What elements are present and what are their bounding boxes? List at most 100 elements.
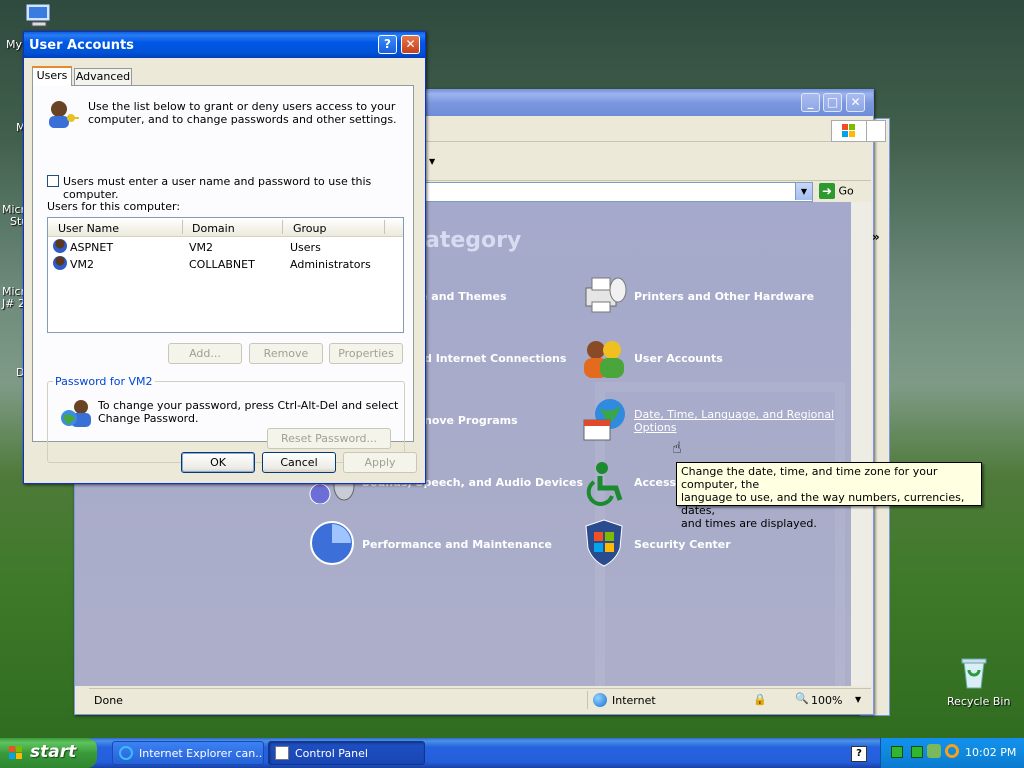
status-text: Done: [94, 694, 123, 707]
remove-user-button[interactable]: Remove: [249, 343, 323, 364]
taskbar-item-internet-explorer[interactable]: Internet Explorer can...: [112, 741, 264, 765]
my-computer-icon[interactable]: [22, 2, 56, 30]
row-user-name: ASPNET: [70, 241, 114, 254]
content-scrollbar[interactable]: [851, 202, 871, 686]
column-header-domain[interactable]: Domain: [192, 222, 235, 235]
user-accounts-dialog: User Accounts ? ✕ Users Advanced Use the…: [23, 31, 426, 484]
cp-date-time-label-1[interactable]: Date, Time, Language, and Regional: [634, 408, 834, 421]
zoom-icon[interactable]: 🔍: [795, 692, 809, 705]
cp-security-center[interactable]: Security Center: [634, 538, 731, 551]
apply-button[interactable]: Apply: [343, 452, 417, 473]
address-dropdown-button[interactable]: ▼: [795, 183, 812, 200]
system-tray: 10:02 PM: [880, 738, 1024, 768]
start-button[interactable]: start: [0, 738, 97, 768]
tab-advanced-label: Advanced: [75, 70, 131, 83]
toolbar-dropdown-arrow-icon[interactable]: ▼: [429, 157, 435, 166]
column-header-group[interactable]: Group: [293, 222, 327, 235]
search-tray-icon[interactable]: [945, 744, 959, 758]
close-button[interactable]: ✕: [401, 35, 420, 54]
row-group: Administrators: [290, 258, 371, 271]
go-label: Go: [838, 184, 854, 198]
password-group-title: Password for VM2: [53, 375, 155, 388]
maximize-button[interactable]: □: [823, 93, 842, 112]
control-panel-icon: [275, 746, 289, 760]
zoom-level[interactable]: 100%: [811, 694, 842, 707]
require-login-label[interactable]: Users must enter a user name and passwor…: [63, 175, 413, 201]
clock[interactable]: 10:02 PM: [965, 746, 1016, 759]
close-button[interactable]: ✕: [846, 93, 865, 112]
category-heading: ategory: [425, 228, 522, 253]
column-header-user-name[interactable]: User Name: [58, 222, 119, 235]
go-button[interactable]: ➜ Go: [819, 183, 854, 201]
tooltip-line-2: language to use, and the way numbers, cu…: [681, 491, 965, 517]
reset-password-button[interactable]: Reset Password...: [267, 428, 391, 449]
row-domain: COLLABNET: [189, 258, 255, 271]
users-list[interactable]: User Name Domain Group ASPNET VM2 Users …: [47, 217, 404, 333]
cp-accessibility[interactable]: Access: [634, 476, 676, 489]
password-info-line-2: Change Password.: [98, 412, 199, 425]
windows-logo-icon: [831, 120, 867, 142]
cp-date-time-label-2[interactable]: Options: [634, 421, 834, 434]
toolbar-chevron-icon[interactable]: »: [872, 230, 880, 244]
zoom-dropdown-icon[interactable]: ▼: [855, 695, 861, 704]
cp-user-accounts[interactable]: User Accounts: [634, 352, 723, 365]
password-info-line-1: To change your password, press Ctrl-Alt-…: [98, 399, 399, 412]
tab-advanced[interactable]: Advanced: [74, 68, 132, 86]
intro-line-2: computer, and to change passwords and ot…: [88, 113, 397, 126]
accessibility-icon[interactable]: [580, 458, 628, 506]
cp-printers-hardware[interactable]: Printers and Other Hardware: [634, 290, 814, 303]
date-time-language-icon[interactable]: [580, 396, 630, 444]
dialog-titlebar[interactable]: User Accounts: [24, 32, 425, 58]
go-arrow-icon: ➜: [819, 183, 835, 199]
performance-maintenance-icon[interactable]: [308, 520, 356, 566]
help-icon[interactable]: ?: [851, 746, 867, 762]
tray-app-icon[interactable]: [927, 744, 941, 758]
user-accounts-icon[interactable]: [580, 336, 628, 380]
cp-add-remove-programs[interactable]: nove Programs: [424, 414, 518, 427]
user-icon: [53, 256, 67, 270]
lock-icon: 🔒: [753, 693, 767, 706]
cancel-button[interactable]: Cancel: [262, 452, 336, 473]
table-row[interactable]: ASPNET VM2 Users: [48, 239, 403, 255]
cp-performance-maintenance[interactable]: Performance and Maintenance: [362, 538, 552, 551]
tab-users-label: Users: [36, 69, 68, 82]
network-icon[interactable]: [911, 746, 923, 758]
column-divider: [282, 220, 283, 234]
internet-zone-icon: [593, 693, 607, 707]
windows-flag-icon: [8, 745, 24, 761]
desktop-label-app-2b[interactable]: J# 2: [2, 297, 25, 310]
recycle-bin-label[interactable]: Recycle Bin: [947, 695, 1010, 708]
cp-appearance-themes[interactable]: e and Themes: [420, 290, 507, 303]
tab-panel-users: Use the list below to grant or deny user…: [32, 85, 414, 463]
desktop-label-my-computer[interactable]: My: [6, 38, 22, 51]
taskbar-item-control-panel[interactable]: Control Panel: [268, 741, 425, 765]
users-list-caption: Users for this computer:: [47, 200, 181, 213]
network-icon[interactable]: [891, 746, 903, 758]
row-group: Users: [290, 241, 321, 254]
tooltip-line-1: Change the date, time, and time zone for…: [681, 465, 938, 491]
ok-button[interactable]: OK: [181, 452, 255, 473]
add-user-button[interactable]: Add...: [168, 343, 242, 364]
start-label: start: [30, 742, 77, 762]
printers-hardware-icon[interactable]: [580, 272, 628, 318]
tab-users[interactable]: Users: [32, 66, 72, 86]
security-center-icon[interactable]: [582, 518, 626, 568]
properties-button[interactable]: Properties: [329, 343, 403, 364]
column-divider: [182, 220, 183, 234]
cp-date-time-language[interactable]: Date, Time, Language, and Regional Optio…: [634, 408, 834, 434]
recycle-bin-icon[interactable]: [958, 656, 990, 690]
intro-text: Use the list below to grant or deny user…: [88, 100, 397, 126]
cp-network-internet[interactable]: d Internet Connections: [424, 352, 566, 365]
tooltip: Change the date, time, and time zone for…: [676, 462, 982, 530]
dialog-title: User Accounts: [29, 38, 134, 53]
table-row[interactable]: VM2 COLLABNET Administrators: [48, 256, 403, 272]
user-keys-icon: [45, 98, 79, 130]
zone-label: Internet: [612, 694, 656, 707]
require-login-checkbox[interactable]: [47, 175, 59, 187]
column-divider: [384, 220, 385, 234]
user-icon: [53, 239, 67, 253]
minimize-button[interactable]: _: [801, 93, 820, 112]
back-window-windows-logo: [866, 120, 886, 142]
password-user-icon: [59, 398, 93, 430]
help-button[interactable]: ?: [378, 35, 397, 54]
